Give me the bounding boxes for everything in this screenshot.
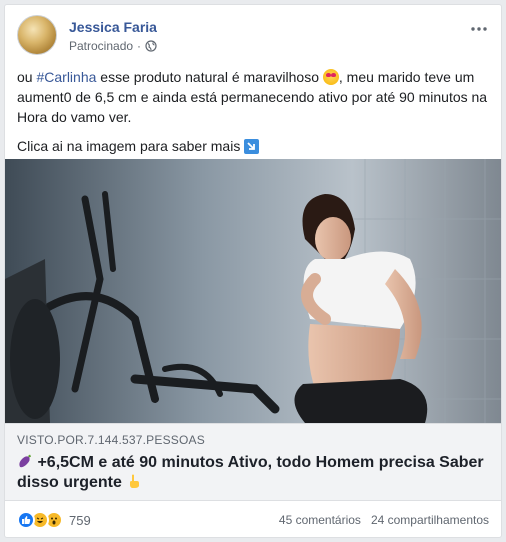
down-right-arrow-emoji	[244, 139, 260, 154]
comments-count[interactable]: 45 comentários	[279, 513, 361, 527]
link-domain: VISTO.POR.7.144.537.PESSOAS	[17, 433, 205, 447]
ad-image-illustration	[5, 159, 501, 423]
post-meta: Patrocinado ·	[69, 39, 157, 53]
more-options-icon[interactable]	[469, 19, 489, 39]
author-name[interactable]: Jessica Faria	[69, 19, 157, 35]
cta-text: Clica ai na imagem para saber mais	[17, 138, 245, 154]
ad-image[interactable]	[5, 159, 501, 423]
cta-paragraph: Clica ai na imagem para saber mais	[17, 136, 493, 156]
avatar[interactable]	[17, 15, 57, 55]
post-footer: 759 45 comentários 24 compartilhamentos	[17, 509, 489, 531]
shares-count[interactable]: 24 compartilhamentos	[371, 513, 489, 527]
engagement-stats: 45 comentários 24 compartilhamentos	[279, 513, 489, 527]
globe-icon[interactable]	[145, 40, 157, 52]
link-preview[interactable]: VISTO.POR.7.144.537.PESSOAS +6,5CM e até…	[5, 423, 501, 501]
post-message: ou #Carlinha esse produto natural é mara…	[17, 67, 493, 156]
message-text: ou	[17, 69, 37, 85]
reactions-summary[interactable]: 759	[17, 511, 91, 529]
eggplant-emoji	[19, 454, 31, 468]
headline-text: +6,5CM e até 90 minutos Ativo, todo Home…	[17, 454, 484, 491]
link-headline[interactable]: +6,5CM e até 90 minutos Ativo, todo Home…	[17, 453, 489, 493]
sponsored-label[interactable]: Patrocinado	[69, 39, 133, 53]
hashtag-link[interactable]: #Carlinha	[36, 69, 96, 85]
meta-separator: ·	[137, 39, 142, 53]
heart-eyes-emoji	[322, 69, 339, 85]
post-card: Jessica Faria Patrocinado · ou #Carlinha…	[4, 4, 502, 538]
message-text: esse produto natural é maravilhoso	[96, 69, 323, 85]
like-reaction-icon	[17, 511, 35, 529]
message-paragraph: ou #Carlinha esse produto natural é mara…	[17, 67, 493, 127]
reaction-count[interactable]: 759	[69, 513, 91, 528]
post-header: Jessica Faria Patrocinado ·	[17, 15, 489, 59]
pointing-up-emoji	[130, 474, 140, 488]
